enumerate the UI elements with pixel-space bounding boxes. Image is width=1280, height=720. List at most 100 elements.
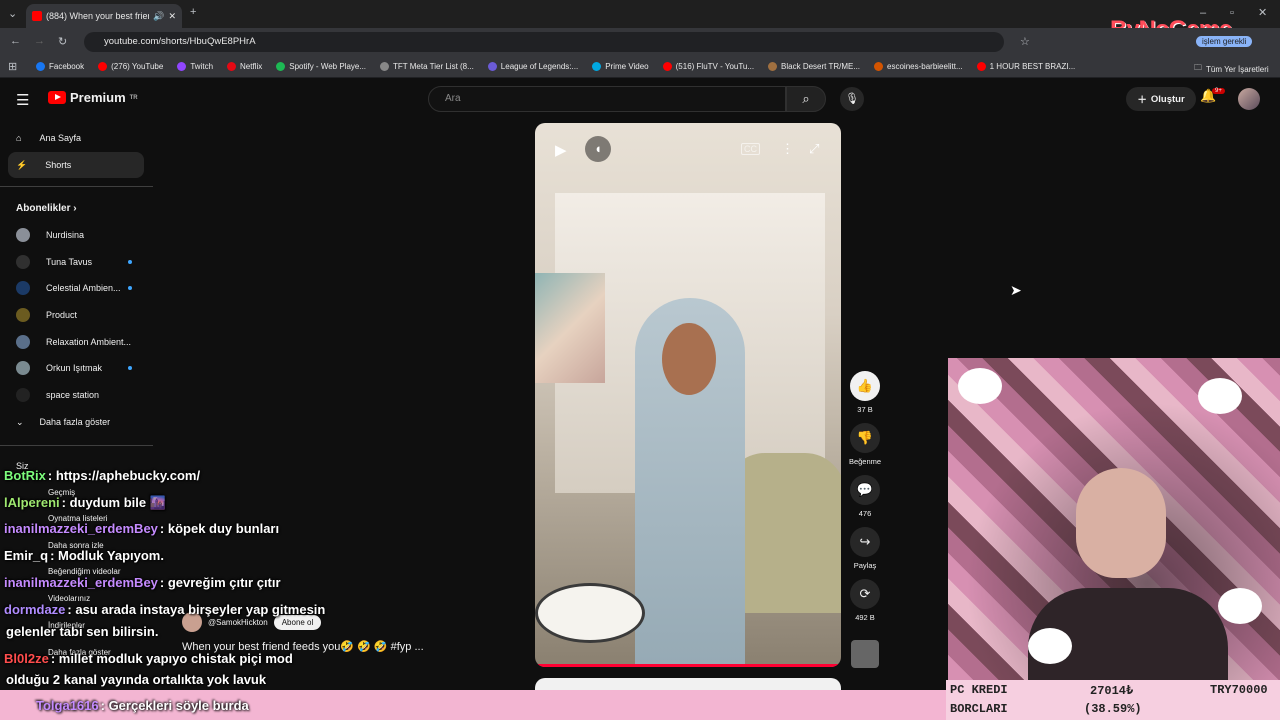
browser-tab-bar: ⌄ (884) When your best frien 🔊 ✕ + – ▫ ✕ bbox=[0, 0, 1280, 28]
streamer-face bbox=[1076, 468, 1166, 578]
channel-avatar bbox=[16, 281, 30, 295]
hello-kitty-sticker bbox=[1028, 628, 1072, 664]
bookmark-favicon-icon bbox=[768, 62, 778, 71]
chat-message: inanilmazzeki_erdemBey: gevreğim çıtır ç… bbox=[4, 575, 281, 590]
fullscreen-icon[interactable]: ⤢ bbox=[809, 141, 819, 157]
window-close-icon[interactable]: ✕ bbox=[1258, 6, 1267, 19]
tab-title: (884) When your best frien bbox=[46, 11, 150, 21]
chat-message: olduğu 2 kanal yayında ortalıkta yok lav… bbox=[6, 672, 267, 687]
bookmark-item[interactable]: League of Legends:... bbox=[487, 62, 578, 71]
sound-thumbnail[interactable] bbox=[851, 640, 879, 668]
hello-kitty-sticker bbox=[1198, 378, 1242, 414]
bookmark-item[interactable]: Black Desert TR/ME... bbox=[768, 62, 860, 71]
remix-button[interactable]: ⟳ 492 B bbox=[848, 579, 882, 622]
show-more-button[interactable]: ⌄ Daha fazla göster bbox=[16, 412, 110, 432]
youtube-play-logo-icon bbox=[48, 91, 66, 104]
create-button[interactable]: ＋ Oluştur bbox=[1126, 87, 1196, 111]
pc-credit-widget: PC KREDI BORCLARI 27014₺ (38.59%) TRY700… bbox=[946, 680, 1280, 720]
tab-list-icon[interactable]: ⌄ bbox=[8, 7, 17, 20]
profile-button[interactable]: işlem gerekli bbox=[1196, 36, 1253, 47]
volume-icon[interactable]: ◖ bbox=[585, 136, 611, 162]
channel-avatar bbox=[16, 255, 30, 269]
video-cake-plate bbox=[535, 583, 645, 643]
sidebar-subscription[interactable]: space station bbox=[16, 385, 99, 405]
sidebar-item-shorts[interactable]: ⚡ Shorts bbox=[8, 152, 144, 178]
bookmark-item[interactable]: (276) YouTube bbox=[98, 62, 163, 71]
bookmark-item[interactable]: Twitch bbox=[177, 62, 213, 71]
url-field[interactable]: youtube.com/shorts/HbuQwE8PHrA bbox=[84, 32, 1004, 52]
chat-message: gelenler tabi sen bilirsin. bbox=[6, 624, 159, 639]
bookmark-item[interactable]: Prime Video bbox=[592, 62, 649, 71]
bookmark-favicon-icon bbox=[177, 62, 187, 71]
hello-kitty-sticker bbox=[958, 368, 1002, 404]
sidebar-subscription[interactable]: Orkun Işıtmak bbox=[16, 358, 102, 378]
back-icon[interactable]: ← bbox=[10, 35, 21, 47]
video-progress-bar[interactable] bbox=[535, 664, 841, 667]
apps-grid-icon[interactable]: ⊞ bbox=[8, 60, 17, 73]
bookmark-item[interactable]: 1 HOUR BEST BRAZI... bbox=[976, 62, 1075, 71]
search-button[interactable]: ⌕ bbox=[786, 86, 826, 112]
bookmark-favicon-icon bbox=[976, 62, 986, 71]
new-tab-icon[interactable]: + bbox=[190, 6, 196, 18]
captions-icon[interactable]: CC bbox=[741, 143, 760, 155]
comments-button[interactable]: 💬 476 bbox=[848, 475, 882, 518]
home-icon: ⌂ bbox=[16, 133, 22, 143]
share-button[interactable]: ↪ Paylaş bbox=[848, 527, 882, 570]
more-options-icon[interactable]: ⋮ bbox=[781, 141, 794, 157]
search-input[interactable]: Ara bbox=[428, 86, 786, 112]
credit-amount: 27014₺ bbox=[1090, 684, 1134, 698]
play-icon[interactable]: ▶ bbox=[555, 141, 567, 159]
new-content-dot bbox=[128, 260, 132, 264]
video-face bbox=[662, 323, 716, 395]
sidebar-subscription[interactable]: Tuna Tavus bbox=[16, 252, 92, 272]
account-avatar[interactable] bbox=[1238, 88, 1260, 110]
bookmark-item[interactable]: (516) FluTV - YouTu... bbox=[662, 62, 754, 71]
folder-icon: 🗀 bbox=[1194, 63, 1202, 72]
video-painting bbox=[535, 273, 605, 383]
share-icon: ↪ bbox=[850, 527, 880, 557]
sidebar-divider bbox=[0, 186, 153, 187]
mouse-cursor-icon: ➤ bbox=[1010, 282, 1022, 298]
reload-icon[interactable]: ↻ bbox=[58, 35, 67, 48]
all-bookmarks-folder[interactable]: 🗀 Tüm Yer İşaretleri bbox=[1194, 62, 1269, 76]
channel-avatar bbox=[16, 361, 30, 375]
bookmark-star-icon[interactable]: ☆ bbox=[1020, 35, 1030, 48]
bookmark-item[interactable]: Facebook bbox=[36, 62, 84, 71]
short-video-player[interactable]: ▶ ◖ CC ⋮ ⤢ bbox=[535, 123, 841, 667]
subscriptions-heading[interactable]: Abonelikler › bbox=[16, 203, 77, 214]
browser-tab[interactable]: (884) When your best frien 🔊 ✕ bbox=[26, 4, 182, 28]
hamburger-menu-icon[interactable]: ☰ bbox=[16, 91, 29, 109]
chat-message: Tolga1616: Gerçekleri söyle burda bbox=[36, 698, 249, 713]
shorts-icon: ⚡ bbox=[16, 159, 28, 170]
bookmark-item[interactable]: escoines-barbieelitt... bbox=[874, 62, 963, 71]
microphone-icon: 🎙 bbox=[845, 93, 859, 105]
credit-percent: (38.59%) bbox=[1084, 702, 1142, 716]
hello-kitty-sticker bbox=[1218, 588, 1262, 624]
credit-label: PC KREDI bbox=[950, 683, 1008, 697]
sidebar-subscription[interactable]: Nurdisina bbox=[16, 225, 84, 245]
sidebar-subscription[interactable]: Celestial Ambien... bbox=[16, 278, 121, 298]
sidebar-subscription[interactable]: Relaxation Ambient... bbox=[16, 332, 131, 352]
bookmark-item[interactable]: TFT Meta Tier List (8... bbox=[380, 62, 474, 71]
sidebar-subscription[interactable]: Product bbox=[16, 305, 77, 325]
youtube-premium-logo[interactable]: Premium TR bbox=[48, 90, 138, 105]
webcam-overlay bbox=[948, 358, 1280, 680]
chat-message: lAlpereni: duydum bile 🌆 bbox=[4, 495, 166, 510]
bookmark-favicon-icon bbox=[662, 62, 672, 71]
chevron-right-icon: › bbox=[73, 203, 77, 214]
bookmark-favicon-icon bbox=[592, 62, 602, 71]
chevron-down-icon: ⌄ bbox=[16, 416, 24, 427]
bookmark-favicon-icon bbox=[227, 62, 237, 71]
tab-close-icon[interactable]: ✕ bbox=[168, 11, 176, 22]
bookmark-item[interactable]: Spotify - Web Playe... bbox=[276, 62, 366, 71]
youtube-favicon-icon bbox=[32, 11, 42, 21]
dislike-button[interactable]: 👎 Beğenme bbox=[848, 423, 882, 466]
like-button[interactable]: 👍 37 B bbox=[848, 371, 882, 414]
voice-search-button[interactable]: 🎙 bbox=[840, 87, 864, 111]
channel-name[interactable]: @SamokHickton bbox=[208, 618, 268, 627]
forward-icon[interactable]: → bbox=[34, 35, 45, 47]
sidebar-item-home[interactable]: ⌂ Ana Sayfa bbox=[8, 125, 144, 151]
bookmark-item[interactable]: Netflix bbox=[227, 62, 262, 71]
bookmark-favicon-icon bbox=[487, 62, 497, 71]
search-icon: ⌕ bbox=[802, 91, 810, 106]
